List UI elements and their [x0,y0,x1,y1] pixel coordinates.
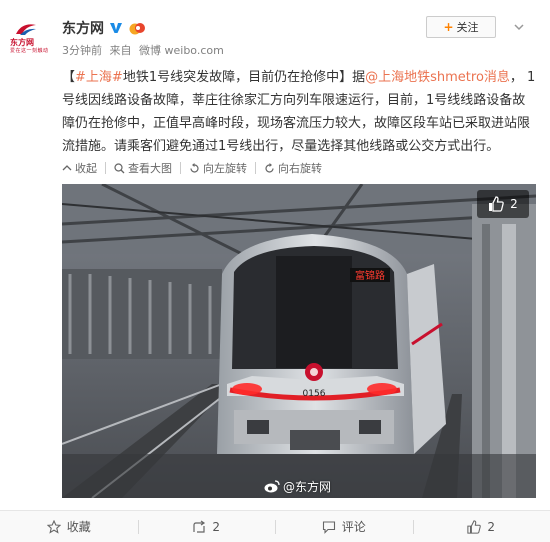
train-number: 0156 [303,389,326,399]
post-mid: 】据 [339,70,366,85]
favorite-button[interactable]: 收藏 [0,511,138,542]
post-title: 地铁1号线突发故障，目前仍在抢修中 [122,70,340,85]
thumbs-up-icon [467,519,482,534]
post-text: 【#上海#地铁1号线突发故障，目前仍在抢修中】据@上海地铁shmetro消息， … [62,66,536,158]
thumbs-up-icon [489,196,504,212]
rotate-right-button[interactable]: 向右旋转 [264,160,322,176]
user-name[interactable]: 东方网 [62,18,104,38]
plus-icon: + [443,20,454,34]
weibo-logo-icon [264,480,280,493]
verified-v-icon[interactable] [109,21,123,35]
post-source[interactable]: 微博 weibo.com [139,44,224,57]
rotate-left-label: 向左旋转 [203,162,247,175]
destination-sign: 富锦路 [355,269,385,282]
magnify-icon [114,162,125,173]
bracket-open: 【 [62,70,76,85]
photo-watermark: @东方网 [264,478,331,495]
divider [105,162,106,174]
like-button[interactable]: 2 [412,511,550,542]
repost-count: 2 [212,519,221,534]
image-toolbar: 收起 查看大图 向左旋转 向右旋转 [62,156,322,180]
follow-label: 关注 [456,21,479,34]
follow-button[interactable]: + 关注 [426,16,496,38]
comment-label: 评论 [341,520,366,534]
photo-like-count: 2 [510,197,518,211]
comment-icon [322,520,335,534]
logo-slogan: 爱在这一刻触动 [10,48,49,54]
name-row: 东方网 [62,18,146,38]
rotate-left-icon [190,162,199,173]
post-meta: 3分钟前 来自 微博 weibo.com [62,42,228,58]
view-large-button[interactable]: 查看大图 [114,160,172,176]
collapse-button[interactable]: 收起 [62,160,97,176]
chevron-down-icon[interactable] [512,20,526,34]
favorite-label: 收藏 [66,520,91,534]
collapse-label: 收起 [75,162,97,175]
comment-button[interactable]: 评论 [275,511,413,542]
mention-link[interactable]: @上海地铁shmetro消息 [365,70,510,85]
source-prefix: 来自 [109,44,132,57]
post-header: 东方网 爱在这一刻触动 东方网 3分钟前 来自 微博 weibo.com + 关… [0,0,550,62]
rotate-right-label: 向右旋转 [278,162,322,175]
topic-link[interactable]: #上海# [75,70,123,85]
metro-train-photo: 富锦路 0156 [62,184,536,498]
post-time[interactable]: 3分钟前 [62,44,102,57]
arrow-up-icon [62,165,72,171]
divider [255,162,256,174]
avatar[interactable]: 东方网 爱在这一刻触动 [8,20,48,56]
watermark-text: @东方网 [283,480,332,494]
rotate-left-button[interactable]: 向左旋转 [189,160,247,176]
post-footer: 收藏 2 评论 2 [0,510,550,542]
post-photo[interactable]: 富锦路 0156 [62,184,536,498]
repost-icon [193,520,206,533]
member-badge-icon[interactable] [128,21,146,35]
star-icon [46,519,61,534]
view-large-label: 查看大图 [128,162,172,175]
photo-like-badge[interactable]: 2 [477,190,529,218]
repost-button[interactable]: 2 [137,511,276,542]
like-count: 2 [487,519,496,534]
divider [180,162,181,174]
rotate-right-icon [265,162,274,173]
eastday-logo-icon [16,24,36,35]
